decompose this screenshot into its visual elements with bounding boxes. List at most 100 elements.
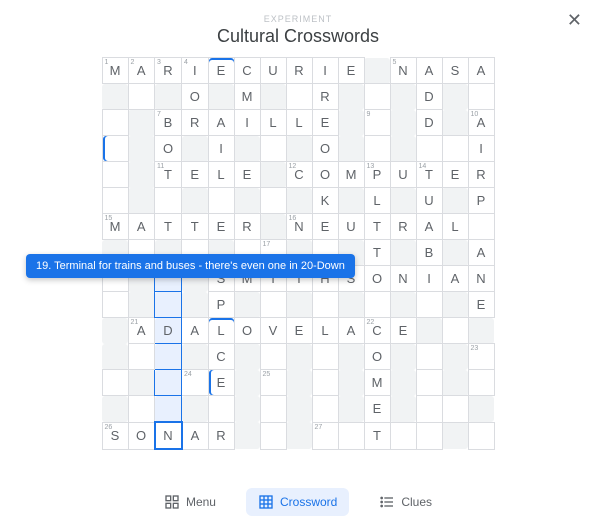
grid-cell[interactable] xyxy=(442,396,468,423)
grid-cell[interactable]: A xyxy=(208,110,234,136)
grid-cell[interactable] xyxy=(102,370,128,396)
grid-cell[interactable]: 16N xyxy=(286,214,312,240)
grid-cell[interactable] xyxy=(155,396,182,423)
grid-cell[interactable]: N xyxy=(468,266,494,292)
grid-cell[interactable]: A xyxy=(442,266,468,292)
grid-cell[interactable] xyxy=(312,344,338,370)
grid-cell[interactable] xyxy=(338,422,364,449)
grid-cell[interactable]: E xyxy=(286,318,312,344)
grid-cell[interactable]: R xyxy=(286,58,312,84)
grid-cell[interactable] xyxy=(442,318,468,344)
grid-cell[interactable] xyxy=(364,292,390,318)
grid-cell[interactable]: 22C xyxy=(364,318,390,344)
grid-cell[interactable]: R xyxy=(390,214,416,240)
grid-cell[interactable] xyxy=(155,344,182,370)
grid-cell[interactable]: L xyxy=(312,318,338,344)
grid-cell[interactable]: C xyxy=(234,58,260,84)
grid-cell[interactable]: A xyxy=(416,214,442,240)
grid-cell[interactable]: O xyxy=(234,318,260,344)
grid-cell[interactable]: T xyxy=(364,240,390,266)
grid-cell[interactable]: M xyxy=(364,370,390,396)
menu-button[interactable]: Menu xyxy=(152,488,228,516)
grid-cell[interactable]: U xyxy=(390,162,416,188)
grid-cell[interactable] xyxy=(260,136,286,162)
grid-cell[interactable] xyxy=(208,188,234,214)
grid-cell[interactable]: A xyxy=(338,318,364,344)
grid-cell[interactable]: U xyxy=(338,214,364,240)
crossword-button[interactable]: Crossword xyxy=(246,488,349,516)
grid-cell[interactable]: A xyxy=(416,58,442,84)
grid-cell[interactable]: 7B xyxy=(155,110,182,136)
grid-cell[interactable] xyxy=(468,214,494,240)
grid-cell[interactable] xyxy=(260,188,286,214)
grid-cell[interactable]: E xyxy=(338,58,364,84)
grid-cell[interactable] xyxy=(128,344,155,370)
grid-cell[interactable]: R xyxy=(468,162,494,188)
grid-cell[interactable]: R xyxy=(208,422,234,449)
grid-cell[interactable] xyxy=(155,188,182,214)
grid-cell[interactable] xyxy=(102,162,128,188)
grid-cell[interactable]: L xyxy=(208,318,234,344)
grid-cell[interactable]: 26S xyxy=(102,422,128,449)
grid-cell[interactable] xyxy=(416,396,442,423)
grid-cell[interactable]: N xyxy=(155,422,182,449)
grid-cell[interactable]: P xyxy=(468,188,494,214)
grid-cell[interactable]: L xyxy=(286,110,312,136)
grid-cell[interactable]: T xyxy=(182,214,209,240)
grid-cell[interactable] xyxy=(260,396,286,423)
grid-cell[interactable] xyxy=(155,370,182,396)
grid-cell[interactable]: I xyxy=(468,136,494,162)
grid-cell[interactable]: 1M xyxy=(102,58,128,84)
grid-cell[interactable]: N xyxy=(390,266,416,292)
grid-cell[interactable]: 27 xyxy=(312,422,338,449)
grid-cell[interactable]: P xyxy=(208,292,234,318)
grid-cell[interactable] xyxy=(390,422,416,449)
grid-cell[interactable]: E xyxy=(442,162,468,188)
clues-button[interactable]: Clues xyxy=(367,488,444,516)
grid-cell[interactable]: A xyxy=(182,318,209,344)
grid-cell[interactable] xyxy=(208,396,234,423)
grid-cell[interactable]: C xyxy=(208,344,234,370)
grid-cell[interactable] xyxy=(364,136,390,162)
grid-cell[interactable] xyxy=(416,292,442,318)
grid-cell[interactable] xyxy=(128,396,155,423)
grid-cell[interactable] xyxy=(416,422,442,449)
grid-cell[interactable]: 5N xyxy=(390,58,416,84)
grid-cell[interactable]: T xyxy=(364,422,390,449)
grid-cell[interactable]: E xyxy=(208,214,234,240)
grid-cell[interactable]: U xyxy=(260,58,286,84)
grid-cell[interactable]: 23 xyxy=(468,344,494,370)
grid-cell[interactable]: E xyxy=(364,396,390,423)
grid-cell[interactable]: R xyxy=(312,84,338,110)
grid-cell[interactable] xyxy=(416,136,442,162)
grid-cell[interactable]: I xyxy=(312,58,338,84)
grid-cell[interactable]: 24 xyxy=(182,370,209,396)
grid-cell[interactable]: O xyxy=(364,266,390,292)
grid-cell[interactable]: I xyxy=(234,110,260,136)
grid-cell[interactable]: T xyxy=(364,214,390,240)
grid-cell[interactable] xyxy=(286,84,312,110)
grid-cell[interactable]: E xyxy=(208,58,234,84)
grid-cell[interactable]: I xyxy=(416,266,442,292)
grid-cell[interactable]: O xyxy=(364,344,390,370)
grid-cell[interactable]: M xyxy=(338,162,364,188)
grid-cell[interactable]: E xyxy=(390,318,416,344)
grid-cell[interactable]: E xyxy=(208,370,234,396)
grid-cell[interactable]: E xyxy=(312,214,338,240)
grid-cell[interactable]: B xyxy=(416,240,442,266)
grid-cell[interactable]: O xyxy=(312,136,338,162)
grid-cell[interactable]: 11T xyxy=(155,162,182,188)
grid-cell[interactable]: 14T xyxy=(416,162,442,188)
grid-cell[interactable]: 4I xyxy=(182,58,209,84)
grid-cell[interactable]: 3R xyxy=(155,58,182,84)
close-icon[interactable]: ✕ xyxy=(567,10,582,31)
grid-cell[interactable]: 25 xyxy=(260,370,286,396)
grid-cell[interactable] xyxy=(312,396,338,423)
grid-cell[interactable] xyxy=(468,84,494,110)
grid-cell[interactable] xyxy=(442,136,468,162)
grid-cell[interactable] xyxy=(312,292,338,318)
grid-cell[interactable] xyxy=(102,188,128,214)
grid-cell[interactable]: S xyxy=(442,58,468,84)
grid-cell[interactable]: 2A xyxy=(128,58,155,84)
grid-cell[interactable] xyxy=(416,370,442,396)
